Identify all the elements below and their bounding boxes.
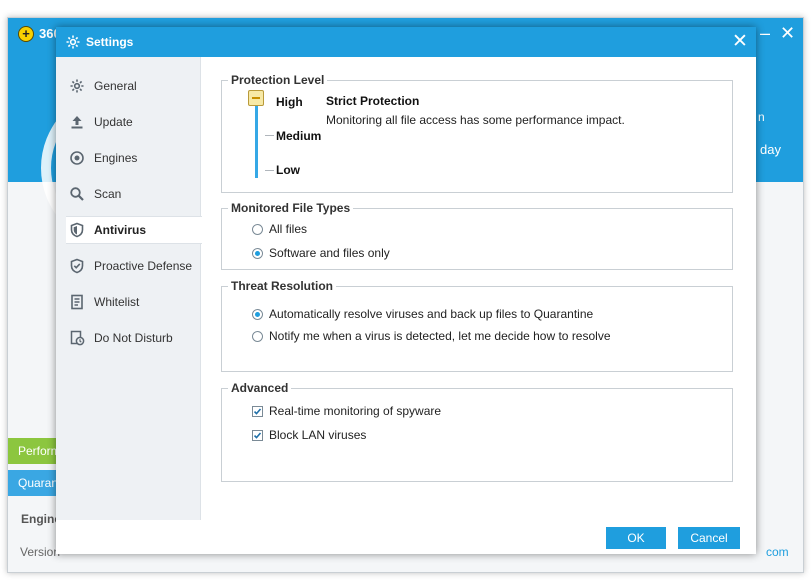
website-link[interactable]: com <box>766 545 789 559</box>
sidebar-item-label: Update <box>94 115 133 129</box>
sidebar-item-scan[interactable]: Scan <box>66 180 201 208</box>
settings-gear-icon <box>65 34 81 50</box>
threat-resolution-heading: Threat Resolution <box>228 279 337 293</box>
magnifier-icon <box>69 186 85 202</box>
spyware-monitoring-checkbox[interactable] <box>252 405 263 417</box>
radio-label: Notify me when a virus is detected, let … <box>269 329 611 343</box>
advanced-group: Advanced Real-time monitoring of spyware… <box>221 381 733 482</box>
sidebar-item-label: Do Not Disturb <box>94 331 173 345</box>
close-icon[interactable]: ✕ <box>732 32 748 51</box>
ok-button[interactable]: OK <box>606 527 666 549</box>
sidebar-item-update[interactable]: Update <box>66 108 201 136</box>
notify-me-radio-option[interactable]: Notify me when a virus is detected, let … <box>252 329 611 343</box>
radio-label: Software and files only <box>269 246 390 260</box>
sidebar-item-whitelist[interactable]: Whitelist <box>66 288 201 316</box>
level-description: Monitoring all file access has some perf… <box>326 113 625 127</box>
app-logo-icon: + <box>18 26 34 42</box>
shield-icon <box>69 222 85 238</box>
background-close-icon[interactable]: ✕ <box>780 24 795 42</box>
block-lan-viruses-checkbox[interactable] <box>252 429 263 441</box>
background-text-fragment: n <box>758 110 765 124</box>
protection-level-slider-track[interactable] <box>255 98 258 178</box>
radio-label: Automatically resolve viruses and back u… <box>269 307 594 321</box>
slider-tick <box>265 170 274 171</box>
block-lan-viruses-checkbox-option[interactable]: Block LAN viruses <box>252 428 366 442</box>
gear-icon <box>69 78 85 94</box>
protection-level-slider-thumb[interactable] <box>248 90 264 106</box>
checkbox-label: Real-time monitoring of spyware <box>269 404 442 418</box>
all-files-radio[interactable] <box>252 223 263 235</box>
level-medium-label[interactable]: Medium <box>276 129 321 143</box>
sidebar-item-general[interactable]: General <box>66 72 201 100</box>
level-low-label[interactable]: Low <box>276 163 300 177</box>
checkmark-icon <box>253 407 262 415</box>
clock-doc-icon <box>69 330 85 346</box>
cancel-button[interactable]: Cancel <box>678 527 740 549</box>
auto-resolve-radio[interactable] <box>252 308 263 320</box>
sidebar-item-engines[interactable]: Engines <box>66 144 201 172</box>
sidebar-item-antivirus[interactable]: Antivirus <box>66 216 202 244</box>
all-files-radio-option[interactable]: All files <box>252 222 307 236</box>
level-title: Strict Protection <box>326 94 420 108</box>
slider-tick <box>265 135 274 136</box>
shield-check-icon <box>69 258 85 274</box>
software-files-radio-option[interactable]: Software and files only <box>252 246 390 260</box>
protection-level-group: Protection Level High Medium Low Strict … <box>221 73 733 193</box>
sidebar-item-label: Engines <box>94 151 138 165</box>
dialog-titlebar: Settings ✕ <box>56 27 756 57</box>
software-files-radio[interactable] <box>252 247 263 259</box>
sidebar-item-label: General <box>94 79 137 93</box>
version-label: Version <box>20 545 61 559</box>
radio-label: All files <box>269 222 308 236</box>
level-high-label[interactable]: High <box>276 95 303 109</box>
monitored-file-types-group: Monitored File Types All files Software … <box>221 201 733 270</box>
sidebar-item-proactive-defense[interactable]: Proactive Defense <box>66 252 201 280</box>
engine-label: Engine <box>21 512 62 526</box>
settings-sidebar: General Update Engines Scan Antivirus Pr… <box>56 57 202 520</box>
sidebar-item-label: Whitelist <box>94 295 140 309</box>
upload-icon <box>69 114 85 130</box>
monitored-file-types-heading: Monitored File Types <box>228 201 354 215</box>
sidebar-item-label: Proactive Defense <box>94 259 193 273</box>
settings-dialog: Settings ✕ General Update Engines Scan A… <box>56 27 756 554</box>
dialog-title: Settings <box>86 35 134 49</box>
sidebar-item-label: Scan <box>94 187 122 201</box>
spyware-monitoring-checkbox-option[interactable]: Real-time monitoring of spyware <box>252 404 441 418</box>
engine-icon <box>69 150 85 166</box>
dialog-footer: OK Cancel <box>56 520 756 554</box>
advanced-heading: Advanced <box>228 381 292 395</box>
sidebar-item-do-not-disturb[interactable]: Do Not Disturb <box>66 324 201 352</box>
background-text-fragment: day <box>760 142 781 157</box>
checkmark-icon <box>253 431 262 439</box>
checkbox-label: Block LAN viruses <box>269 428 367 442</box>
protection-level-heading: Protection Level <box>228 73 328 87</box>
document-icon <box>69 294 85 310</box>
threat-resolution-group: Threat Resolution Automatically resolve … <box>221 279 733 372</box>
notify-me-radio[interactable] <box>252 330 263 342</box>
auto-resolve-radio-option[interactable]: Automatically resolve viruses and back u… <box>252 307 593 321</box>
minimize-icon[interactable]: – <box>760 24 770 42</box>
sidebar-item-label: Antivirus <box>94 223 147 237</box>
